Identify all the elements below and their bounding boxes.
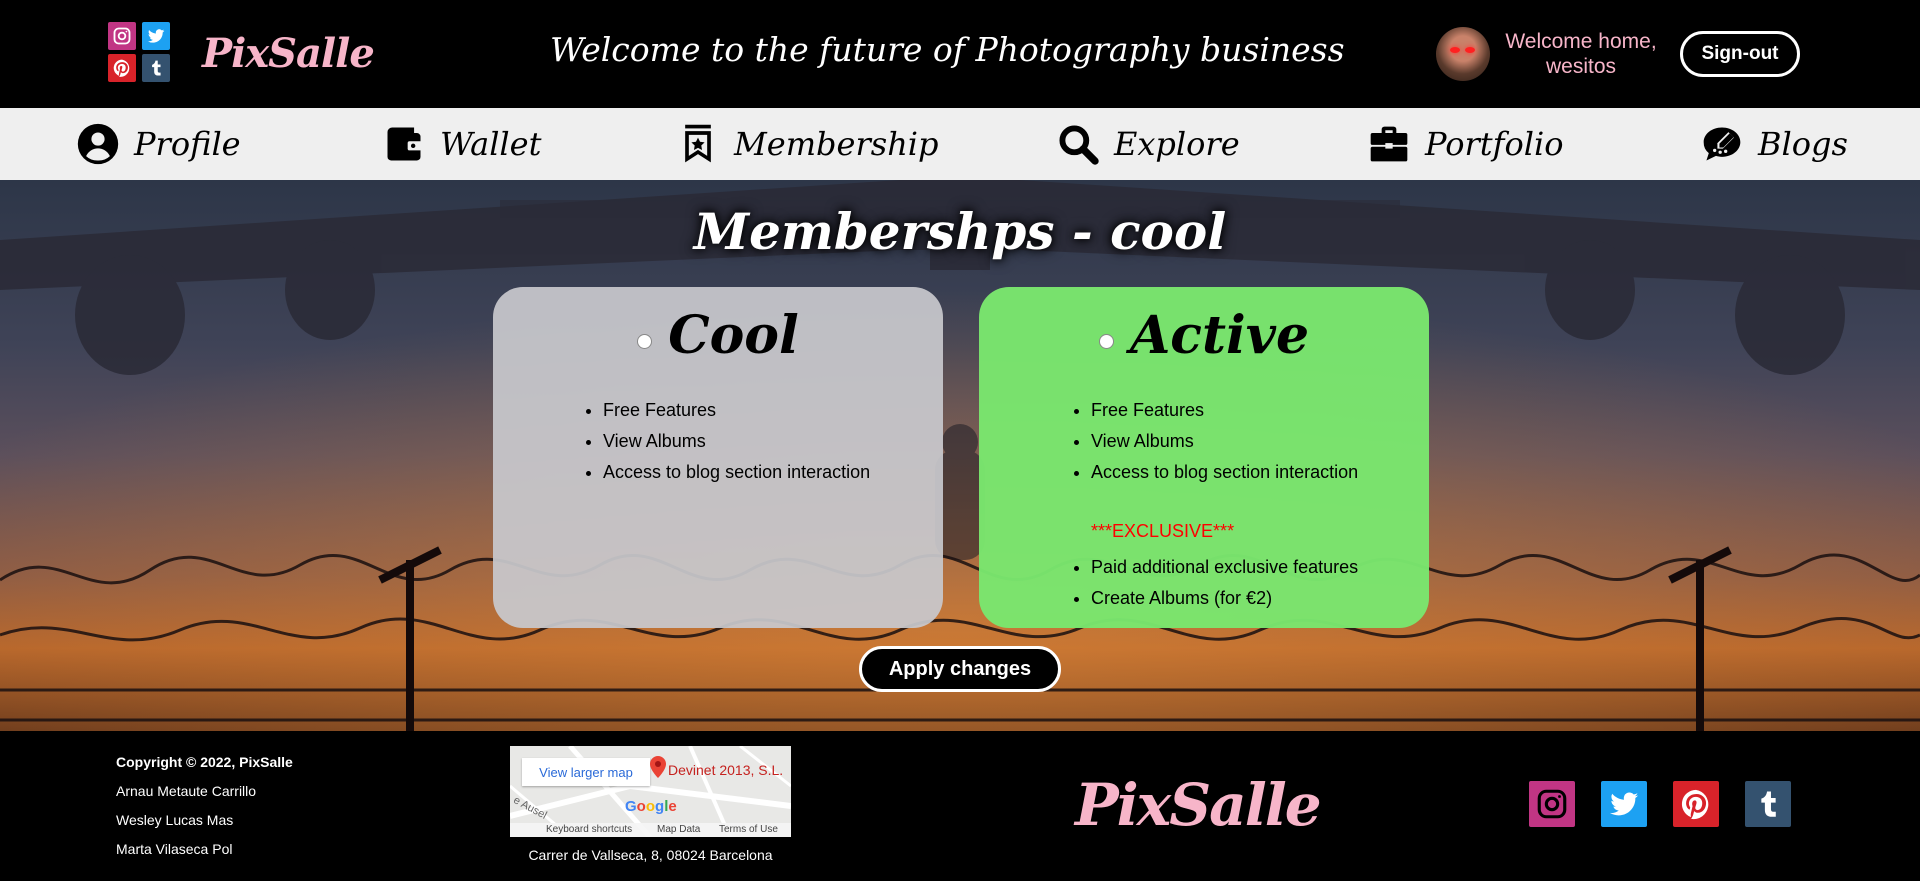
author-name: Arnau Metaute Carrillo [116,783,257,799]
pinterest-icon[interactable] [1673,781,1719,827]
plan-radio-active[interactable] [1098,334,1114,349]
plan-radio-cool[interactable] [637,334,653,349]
google-logo: Google [625,798,677,815]
plan-card-active[interactable]: Active Free Features View Albums Access … [979,287,1429,628]
user-circle-icon [77,123,119,165]
map-footer-bar: Keyboard shortcuts Map Data Terms of Use [510,823,791,837]
apply-changes-button[interactable]: Apply changes [859,646,1061,692]
footer-logo[interactable]: PixSalle [1075,771,1322,839]
map-place-label[interactable]: Devinet 2013, S.L. [668,762,783,778]
wallet-icon [387,127,423,161]
search-icon [1059,125,1099,165]
nav-label-profile: Profile [134,125,241,163]
list-item: Access to blog section interaction [1091,457,1358,488]
nav-item-blogs[interactable]: Blogs [1700,120,1848,168]
avatar[interactable] [1436,27,1490,81]
nav-label-portfolio: Portfolio [1425,125,1564,163]
author-name: Wesley Lucas Mas [116,812,234,828]
sign-out-button[interactable]: Sign-out [1680,31,1800,77]
header: PixSalle Welcome to the future of Photog… [0,0,1920,108]
nav-item-explore[interactable]: Explore [1056,120,1240,168]
page-title: Membershps - cool [693,202,1227,261]
plan-card-head: Cool [493,305,943,366]
nav-item-portfolio[interactable]: Portfolio [1367,120,1564,168]
plan-title: Active [1129,305,1310,366]
author-name: Marta Vilaseca Pol [116,841,233,857]
keyboard-shortcuts-link[interactable]: Keyboard shortcuts [546,824,632,835]
twitter-icon[interactable] [1601,781,1647,827]
nav-item-membership[interactable]: Membership [676,120,939,168]
instagram-icon[interactable] [1529,781,1575,827]
list-item: Access to blog section interaction [603,457,870,488]
footer: Copyright © 2022, PixSalle Arnau Metaute… [0,731,1920,881]
welcome-message: Welcome home, wesitos [1505,30,1657,78]
briefcase-icon [1370,126,1408,162]
plan-features-list: Free Features View Albums Access to blog… [603,395,870,488]
exclusive-label: ***EXCLUSIVE*** [1091,521,1235,541]
nav-label-blogs: Blogs [1758,125,1848,163]
list-item: View Albums [1091,426,1358,457]
plan-card-cool[interactable]: Cool Free Features View Albums Access to… [493,287,943,628]
comment-pen-icon [1703,127,1741,161]
nav-item-profile[interactable]: Profile [76,120,241,168]
list-item: Free Features [1091,395,1358,426]
list-item: Free Features [603,395,870,426]
social-links-grid [108,22,172,84]
map-data-link[interactable]: Map Data [657,824,700,835]
nav-item-wallet[interactable]: Wallet [382,120,541,168]
instagram-icon[interactable] [108,22,136,50]
membership-section: Membershps - cool Cool Free Features Vie… [0,180,1920,731]
footer-credits: Copyright © 2022, PixSalle Arnau Metaute… [116,754,293,870]
terms-of-use-link[interactable]: Terms of Use [719,824,778,835]
copyright-text: Copyright © 2022, PixSalle [116,754,293,770]
nav-label-membership: Membership [734,125,939,163]
twitter-icon[interactable] [142,22,170,50]
tumblr-icon[interactable] [1745,781,1791,827]
plan-title: Cool [668,305,799,366]
main-nav: Profile Wallet Membership Explore Portfo… [0,108,1920,180]
nav-label-wallet: Wallet [440,125,542,163]
plan-card-head: Active [979,305,1429,366]
pinterest-icon[interactable] [108,54,136,82]
plan-exclusive-features-list: Paid additional exclusive features Creat… [1091,552,1358,614]
plan-features-list: Free Features View Albums Access to blog… [1091,395,1358,488]
embedded-map[interactable]: e Ausel View larger map Devinet 2013, S.… [510,746,791,837]
list-item: Paid additional exclusive features [1091,552,1358,583]
address-text: Carrer de Vallseca, 8, 08024 Barcelona [528,847,773,863]
list-item: View Albums [603,426,870,457]
header-tagline: Welcome to the future of Photography bus… [550,30,1345,69]
tumblr-icon[interactable] [142,54,170,82]
nav-label-explore: Explore [1114,125,1240,163]
barbed-wire-fence-image [0,546,1920,731]
bookmark-star-icon [685,124,711,163]
map-pin-icon [650,756,666,778]
view-larger-map-link[interactable]: View larger map [522,758,650,786]
list-item: Create Albums (for €2) [1091,583,1358,614]
header-logo[interactable]: PixSalle [202,30,375,77]
